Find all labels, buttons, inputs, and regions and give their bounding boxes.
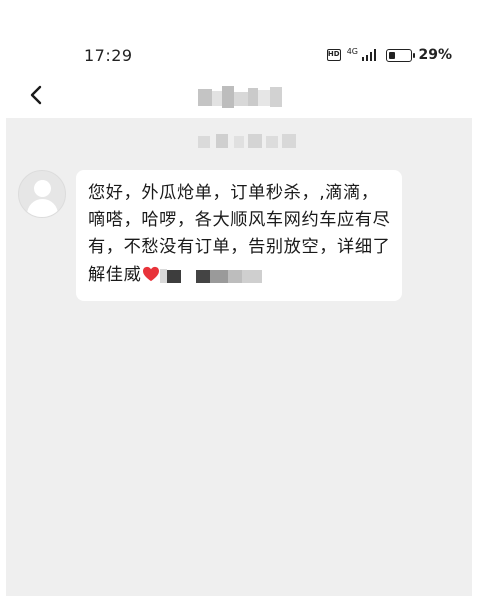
message-content: 您好，外瓜炝单，订单秒杀，,滴滴，嘀嗒，哈啰，各大顺风车网约车应有尽有，不愁没有… (88, 180, 392, 289)
default-avatar-icon (34, 180, 51, 197)
back-button[interactable] (24, 82, 50, 108)
chat-header (0, 70, 480, 118)
battery-percentage: 29% (418, 47, 452, 63)
chat-area[interactable]: 您好，外瓜炝单，订单秒杀，,滴滴，嘀嗒，哈啰，各大顺风车网约车应有尽有，不愁没有… (6, 118, 472, 596)
sender-avatar[interactable] (18, 170, 66, 218)
red-heart-icon (143, 266, 160, 281)
chat-timestamp-redacted (194, 132, 300, 150)
contact-name-redacted (198, 86, 284, 108)
signal-strength-icon (361, 49, 377, 61)
redacted-contact-info (160, 268, 268, 283)
status-time: 17:29 (84, 46, 133, 65)
status-indicators: HD 4G 29% (326, 46, 452, 63)
avatar-body-shape (27, 199, 58, 217)
battery-level-fill (389, 51, 395, 59)
battery-icon (386, 48, 416, 62)
network-type-label: 4G (346, 46, 358, 56)
chevron-left-icon (30, 85, 42, 105)
message-bubble[interactable]: 您好，外瓜炝单，订单秒杀，,滴滴，嘀嗒，哈啰，各大顺风车网约车应有尽有，不愁没有… (76, 170, 402, 301)
hd-voice-icon: HD (326, 49, 341, 61)
